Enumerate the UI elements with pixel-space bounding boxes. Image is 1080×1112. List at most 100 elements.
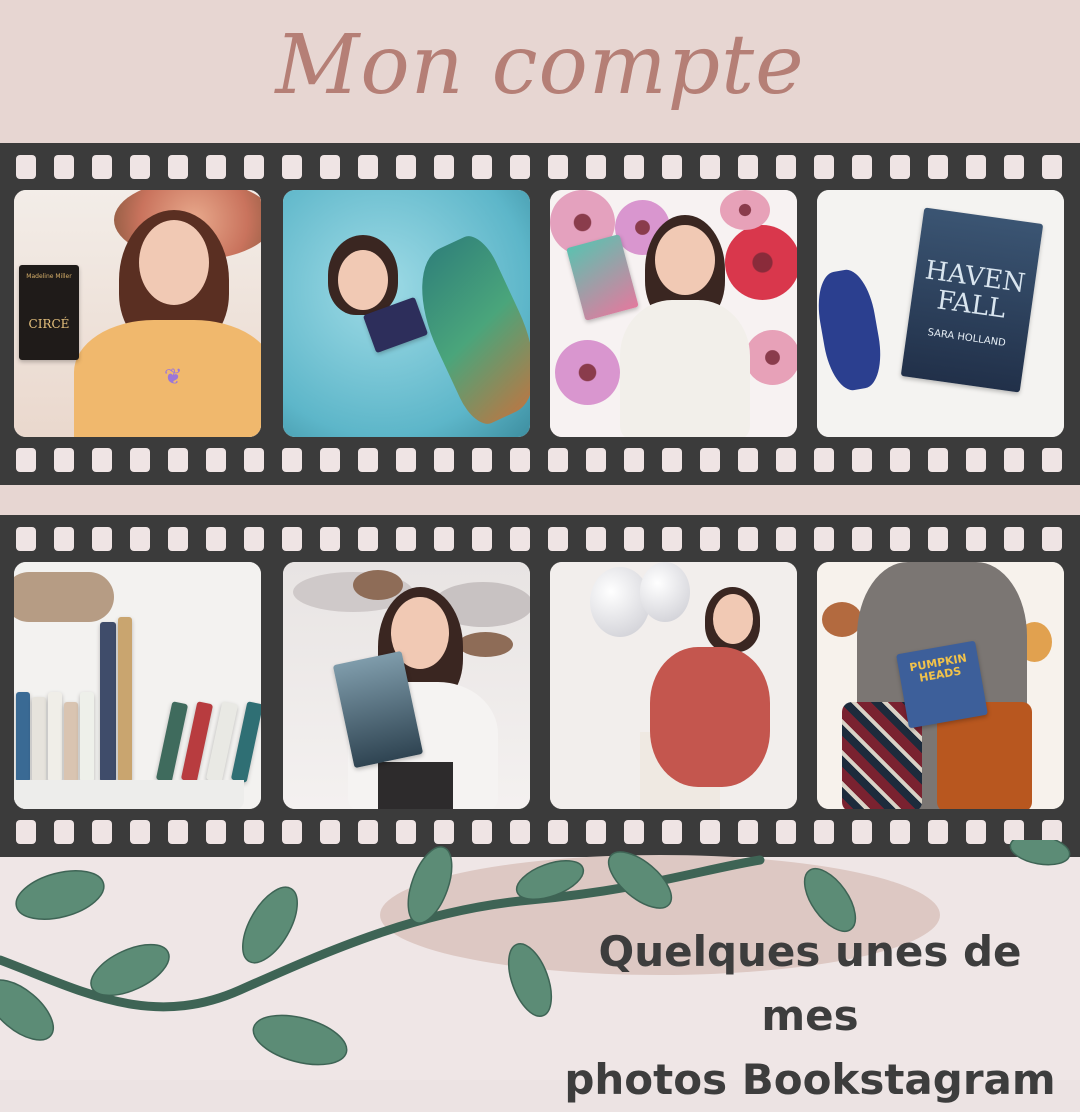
sprocket-hole bbox=[168, 448, 188, 472]
sprocket-hole bbox=[814, 155, 834, 179]
sprocket-hole bbox=[738, 155, 758, 179]
sprocket-hole bbox=[966, 155, 986, 179]
sprocket-hole bbox=[206, 155, 226, 179]
sprocket-hole bbox=[320, 155, 340, 179]
sprocket-hole bbox=[130, 448, 150, 472]
sprocket-hole bbox=[928, 527, 948, 551]
sprocket-hole bbox=[548, 527, 568, 551]
sprocket-hole bbox=[624, 448, 644, 472]
sprocket-hole bbox=[16, 527, 36, 551]
sprocket-hole bbox=[54, 155, 74, 179]
sprocket-row bbox=[0, 448, 1080, 474]
sprocket-hole bbox=[700, 155, 720, 179]
dress bbox=[650, 647, 770, 787]
sprocket-hole bbox=[852, 527, 872, 551]
sprocket-hole bbox=[1042, 527, 1062, 551]
sprocket-hole bbox=[130, 527, 150, 551]
sprocket-hole bbox=[852, 155, 872, 179]
sprocket-hole bbox=[1042, 155, 1062, 179]
sprocket-hole bbox=[320, 527, 340, 551]
sprocket-hole bbox=[852, 448, 872, 472]
airship bbox=[458, 632, 513, 657]
photo-mermaid[interactable] bbox=[283, 190, 530, 437]
book-circe: Madeline Miller CIRCÉ bbox=[19, 265, 79, 360]
sprocket-hole bbox=[92, 155, 112, 179]
sprocket-hole bbox=[244, 527, 264, 551]
sprocket-hole bbox=[472, 155, 492, 179]
sprocket-hole bbox=[586, 448, 606, 472]
photo-balloons[interactable] bbox=[550, 562, 797, 809]
sprocket-hole bbox=[700, 448, 720, 472]
photo-bookshelf[interactable] bbox=[14, 562, 261, 809]
sprocket-hole bbox=[1004, 527, 1024, 551]
sprocket-hole bbox=[624, 527, 644, 551]
sprocket-hole bbox=[434, 527, 454, 551]
sprocket-hole bbox=[434, 448, 454, 472]
shirt bbox=[620, 300, 750, 437]
sprocket-hole bbox=[738, 448, 758, 472]
sprocket-hole bbox=[814, 448, 834, 472]
sprocket-hole bbox=[92, 527, 112, 551]
book-havenfall: HAVEN FALL SARA HOLLAND bbox=[900, 207, 1044, 393]
sprocket-hole bbox=[282, 155, 302, 179]
book-pumpkin-heads: PUMPKIN HEADS bbox=[896, 640, 988, 729]
sprocket-hole bbox=[890, 155, 910, 179]
sprocket-hole bbox=[358, 155, 378, 179]
sprocket-hole bbox=[928, 155, 948, 179]
sprocket-hole bbox=[434, 155, 454, 179]
sprocket-hole bbox=[928, 448, 948, 472]
sprocket-hole bbox=[472, 527, 492, 551]
subtitle: Quelques unes de mes photos Bookstagram bbox=[560, 920, 1060, 1112]
sprocket-hole bbox=[168, 527, 188, 551]
butterfly-icon: ❦ bbox=[164, 365, 183, 390]
sprocket-hole bbox=[244, 448, 264, 472]
shelf bbox=[14, 780, 244, 809]
sprocket-hole bbox=[776, 155, 796, 179]
sprocket-hole bbox=[206, 527, 226, 551]
sprocket-hole bbox=[1004, 448, 1024, 472]
sprocket-hole bbox=[510, 155, 530, 179]
sprocket-hole bbox=[358, 448, 378, 472]
sprocket-hole bbox=[890, 527, 910, 551]
sprocket-hole bbox=[814, 527, 834, 551]
sprocket-hole bbox=[130, 155, 150, 179]
sprocket-hole bbox=[662, 155, 682, 179]
sprocket-hole bbox=[16, 155, 36, 179]
sprocket-hole bbox=[282, 448, 302, 472]
photo-circe[interactable]: Madeline Miller CIRCÉ ❦ bbox=[14, 190, 261, 437]
sprocket-hole bbox=[776, 527, 796, 551]
sprocket-hole bbox=[662, 448, 682, 472]
sprocket-hole bbox=[396, 155, 416, 179]
photo-steampunk[interactable] bbox=[283, 562, 530, 809]
balloon bbox=[640, 562, 690, 622]
corset bbox=[378, 762, 453, 809]
sprocket-hole bbox=[510, 527, 530, 551]
sprocket-hole bbox=[282, 527, 302, 551]
sprocket-hole bbox=[510, 448, 530, 472]
sprocket-hole bbox=[396, 448, 416, 472]
photo-havenfall[interactable]: HAVEN FALL SARA HOLLAND bbox=[817, 190, 1064, 437]
sprocket-hole bbox=[396, 527, 416, 551]
sprocket-hole bbox=[548, 155, 568, 179]
sprocket-hole bbox=[320, 448, 340, 472]
photo-flowers[interactable] bbox=[550, 190, 797, 437]
sprocket-hole bbox=[586, 527, 606, 551]
sprocket-hole bbox=[890, 448, 910, 472]
sprocket-hole bbox=[966, 527, 986, 551]
sprocket-hole bbox=[586, 155, 606, 179]
sprocket-hole bbox=[662, 527, 682, 551]
sprocket-hole bbox=[54, 448, 74, 472]
page-title: Mon compte bbox=[275, 18, 805, 113]
sprocket-hole bbox=[738, 527, 758, 551]
sprocket-row bbox=[0, 155, 1080, 181]
sprocket-hole bbox=[16, 448, 36, 472]
photo-pumpkin-heads[interactable]: PUMPKIN HEADS bbox=[817, 562, 1064, 809]
sprocket-hole bbox=[966, 448, 986, 472]
sprocket-hole bbox=[472, 448, 492, 472]
sweater-arm bbox=[14, 572, 114, 622]
sprocket-hole bbox=[776, 448, 796, 472]
sprocket-row bbox=[0, 527, 1080, 553]
sprocket-hole bbox=[548, 448, 568, 472]
sprocket-hole bbox=[168, 155, 188, 179]
sprocket-hole bbox=[92, 448, 112, 472]
